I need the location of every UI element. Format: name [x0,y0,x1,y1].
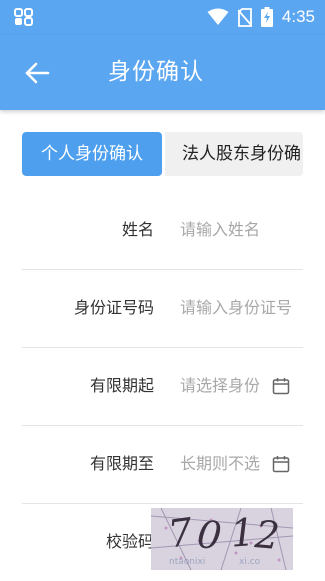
status-bar: 4:35 [0,0,325,35]
svg-text:0: 0 [195,512,224,558]
tab-personal-identity[interactable]: 个人身份确认 [22,132,162,176]
arrow-back-icon [25,62,50,84]
svg-text:xi.co: xi.co [239,557,261,567]
svg-text:1: 1 [229,510,256,556]
calendar-icon[interactable] [272,377,290,395]
name-label: 姓名 [121,220,154,239]
calendar-icon[interactable] [272,455,290,473]
valid-from-row: 有限期起 请选择身份 [22,347,303,426]
tab-legal-shareholder-identity[interactable]: 法人股东身份确 [165,132,303,176]
valid-to-row: 有限期至 长期则不选 [22,425,303,504]
captcha-label: 校验码 [105,532,154,551]
status-time: 4:35 [281,7,315,26]
battery-charging-icon [260,7,273,27]
system-icons: 4:35 [207,7,315,27]
notification-app-icon [14,8,33,26]
valid-from-label: 有限期起 [89,376,154,395]
page-title: 身份确认 [108,59,204,85]
identity-tabs: 个人身份确认 法人股东身份确 [22,132,303,176]
name-input[interactable]: 请输入姓名 [180,191,296,269]
id-number-input[interactable]: 请输入身份证号 [180,269,296,347]
valid-to-input[interactable]: 长期则不选 [180,425,270,503]
name-row: 姓名 请输入姓名 [22,191,303,270]
valid-from-input[interactable]: 请选择身份 [180,347,270,425]
back-button[interactable] [22,58,52,88]
app-bar: 身份确认 [0,35,325,110]
id-number-row: 身份证号码 请输入身份证号 [22,269,303,348]
captcha-noise: ntaonixi xi.co 7 0 1 2 [151,508,293,570]
svg-text:2: 2 [252,512,281,558]
captcha-image[interactable]: ntaonixi xi.co 7 0 1 2 [151,508,293,570]
valid-to-label: 有限期至 [89,454,154,473]
no-sim-icon [237,7,252,27]
svg-text:ntaonixi: ntaonixi [169,557,205,567]
id-number-label: 身份证号码 [73,298,154,317]
wifi-icon [207,8,229,25]
